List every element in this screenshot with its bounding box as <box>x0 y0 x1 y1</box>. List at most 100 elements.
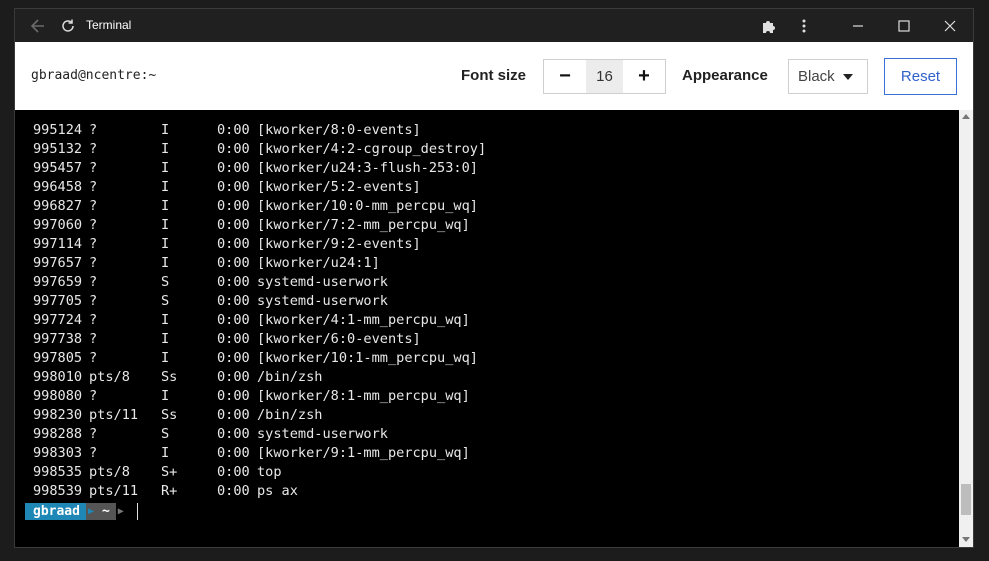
process-pid: 995124 <box>33 122 83 138</box>
refresh-icon[interactable] <box>58 9 78 42</box>
appearance-select[interactable]: Black <box>788 59 868 94</box>
process-stat: I <box>161 198 170 214</box>
process-pid: 997705 <box>33 293 83 309</box>
process-stat: I <box>161 160 170 176</box>
process-stat: I <box>161 141 170 157</box>
font-size-decrease-button[interactable]: − <box>544 60 586 93</box>
reset-button[interactable]: Reset <box>884 58 957 95</box>
terminal-toolbar: gbraad@ncentre:~ Font size − 16 + Appear… <box>15 42 973 110</box>
process-time: 0:00 <box>217 331 250 347</box>
process-tty: ? <box>89 198 98 214</box>
process-tty: ? <box>89 331 98 347</box>
process-cmd: [kworker/9:1-mm_percpu_wq] <box>257 445 470 461</box>
puzzle-icon[interactable] <box>758 9 780 42</box>
prompt-separator-icon: ▶ <box>85 503 96 520</box>
process-tty: pts/8 <box>89 464 130 480</box>
process-pid: 995457 <box>33 160 83 176</box>
process-tty: ? <box>89 445 98 461</box>
process-time: 0:00 <box>217 312 250 328</box>
minimize-icon[interactable] <box>847 9 869 42</box>
process-time: 0:00 <box>217 445 250 461</box>
process-cmd: [kworker/6:0-events] <box>257 331 421 347</box>
process-stat: I <box>161 217 170 233</box>
process-stat: I <box>161 445 170 461</box>
process-time: 0:00 <box>217 122 250 138</box>
terminal-output[interactable]: 998539 pts/11 R+ 0:00 ps ax 998535 pts/8 S+ 0:00… <box>15 110 959 547</box>
process-pid: 997659 <box>33 274 83 290</box>
process-pid: 997114 <box>33 236 83 252</box>
process-cmd: [kworker/9:2-events] <box>257 236 421 252</box>
process-stat: I <box>161 388 170 404</box>
process-stat: S+ <box>161 464 178 480</box>
process-tty: ? <box>89 274 98 290</box>
appearance-label: Appearance <box>682 67 768 84</box>
font-size-increase-button[interactable]: + <box>623 60 665 93</box>
process-tty: ? <box>89 122 98 138</box>
terminal-scrollbar[interactable] <box>959 110 973 547</box>
process-time: 0:00 <box>217 236 250 252</box>
process-tty: ? <box>89 141 98 157</box>
process-cmd: [kworker/u24:3-flush-253:0] <box>257 160 478 176</box>
font-size-value[interactable]: 16 <box>586 60 623 93</box>
process-time: 0:00 <box>217 464 250 480</box>
process-pid: 997724 <box>33 312 83 328</box>
process-cmd: [kworker/u24:1] <box>257 255 380 271</box>
process-stat: S <box>161 293 170 309</box>
process-stat: I <box>161 255 170 271</box>
font-size-stepper: − 16 + <box>543 59 666 94</box>
kebab-menu-icon[interactable] <box>797 9 811 42</box>
process-time: 0:00 <box>217 217 250 233</box>
arrow-left-icon[interactable] <box>27 9 49 42</box>
process-cmd: [kworker/7:2-mm_percpu_wq] <box>257 217 470 233</box>
scrollbar-thumb[interactable] <box>961 484 971 515</box>
scroll-down-icon[interactable] <box>962 537 970 542</box>
process-time: 0:00 <box>217 274 250 290</box>
process-tty: ? <box>89 350 98 366</box>
process-tty: pts/8 <box>89 369 130 385</box>
process-time: 0:00 <box>217 350 250 366</box>
process-tty: ? <box>89 217 98 233</box>
process-tty: pts/11 <box>89 407 139 423</box>
process-cmd: systemd-userwork <box>257 426 388 442</box>
process-time: 0:00 <box>217 293 250 309</box>
process-stat: I <box>161 179 170 195</box>
close-icon[interactable] <box>939 9 961 42</box>
process-pid: 997805 <box>33 350 83 366</box>
process-stat: I <box>161 312 170 328</box>
process-time: 0:00 <box>217 179 250 195</box>
process-stat: I <box>161 122 170 138</box>
title-bar: Terminal <box>15 9 973 42</box>
process-pid: 998303 <box>33 445 83 461</box>
process-time: 0:00 <box>217 388 250 404</box>
process-stat: S <box>161 426 170 442</box>
process-tty: ? <box>89 179 98 195</box>
process-tty: ? <box>89 236 98 252</box>
maximize-icon[interactable] <box>893 9 915 42</box>
process-cmd: /bin/zsh <box>257 369 323 385</box>
process-pid: 996827 <box>33 198 83 214</box>
shell-prompt: gbraad ▶ ~ ▶ <box>25 503 126 520</box>
process-tty: pts/11 <box>89 483 139 499</box>
process-tty: ? <box>89 426 98 442</box>
process-tty: ? <box>89 388 98 404</box>
process-pid: 997060 <box>33 217 83 233</box>
scroll-up-icon[interactable] <box>962 114 970 119</box>
host-label: gbraad@ncentre:~ <box>31 68 157 83</box>
process-cmd: systemd-userwork <box>257 274 388 290</box>
process-cmd: [kworker/5:2-events] <box>257 179 421 195</box>
process-tty: ? <box>89 293 98 309</box>
process-time: 0:00 <box>217 198 250 214</box>
process-pid: 998539 <box>33 483 83 499</box>
process-stat: I <box>161 350 170 366</box>
terminal-window: Terminal gbraad@ncentre:~ Font size − 16… <box>14 8 974 548</box>
process-stat: S <box>161 274 170 290</box>
process-pid: 997657 <box>33 255 83 271</box>
process-tty: ? <box>89 255 98 271</box>
process-time: 0:00 <box>217 160 250 176</box>
prompt-end-icon: ▶ <box>117 506 124 517</box>
process-time: 0:00 <box>217 255 250 271</box>
chevron-down-icon <box>842 73 853 80</box>
process-cmd: ps ax <box>257 483 298 499</box>
process-tty: ? <box>89 160 98 176</box>
window-title: Terminal <box>86 18 132 32</box>
